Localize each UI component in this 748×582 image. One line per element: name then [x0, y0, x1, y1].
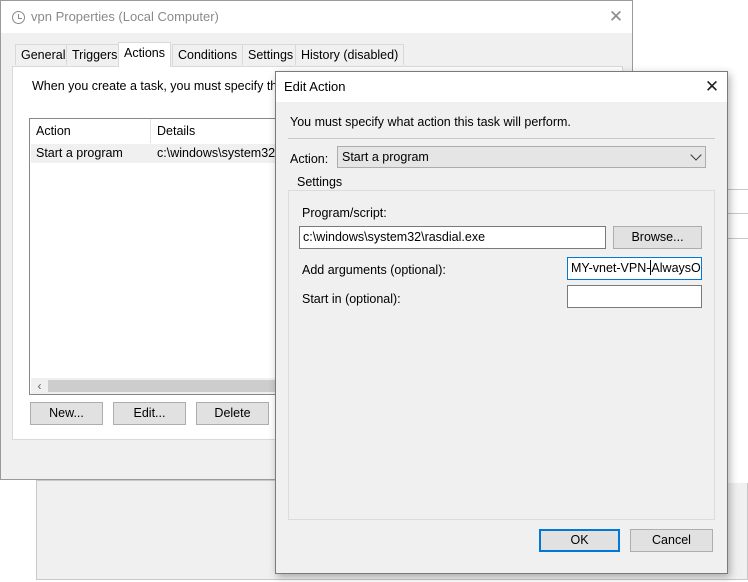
chevron-down-icon: [690, 149, 702, 161]
cancel-button[interactable]: Cancel: [630, 529, 713, 552]
scroll-left-icon[interactable]: ‹: [31, 378, 48, 394]
tab-general[interactable]: General: [15, 44, 72, 65]
action-select[interactable]: Start a program: [337, 146, 706, 168]
browse-button[interactable]: Browse...: [613, 226, 702, 249]
add-arguments-label: Add arguments (optional):: [302, 263, 446, 277]
close-icon[interactable]: ✕: [700, 76, 724, 98]
settings-group-label: Settings: [295, 175, 345, 189]
row-details-cell: c:\windows\system32\: [157, 146, 279, 160]
action-label: Action:: [290, 152, 329, 166]
column-header-action[interactable]: Action: [30, 119, 151, 143]
arguments-text-after-caret: AlwaysOr: [651, 261, 702, 275]
properties-window-title: vpn Properties (Local Computer): [31, 9, 219, 24]
tab-conditions[interactable]: Conditions: [172, 44, 244, 65]
tab-triggers[interactable]: Triggers: [66, 44, 124, 65]
actions-intro-text: When you create a task, you must specify…: [32, 79, 295, 93]
dialog-titlebar: Edit Action ✕: [276, 72, 727, 102]
program-script-input[interactable]: c:\windows\system32\rasdial.exe: [299, 226, 606, 249]
scrollbar-thumb[interactable]: [48, 380, 283, 392]
divider: [288, 138, 715, 139]
program-script-label: Program/script:: [302, 206, 387, 220]
edit-action-dialog: Edit Action ✕ You must specify what acti…: [275, 71, 728, 574]
action-select-value: Start a program: [342, 150, 429, 164]
tab-settings[interactable]: Settings: [242, 44, 300, 65]
horizontal-scrollbar[interactable]: ‹: [31, 378, 283, 394]
start-in-input[interactable]: [567, 285, 702, 308]
start-in-label: Start in (optional):: [302, 292, 401, 306]
add-arguments-input[interactable]: MY-vnet-VPN-AlwaysOr: [567, 257, 702, 280]
dialog-instruction: You must specify what action this task w…: [290, 115, 571, 129]
new-button[interactable]: New...: [30, 402, 103, 425]
close-icon[interactable]: ✕: [604, 5, 628, 29]
arguments-text-before-caret: MY-vnet-VPN-: [571, 261, 651, 275]
dialog-title: Edit Action: [284, 79, 346, 94]
properties-titlebar: vpn Properties (Local Computer) ✕: [1, 1, 632, 33]
ok-button[interactable]: OK: [539, 529, 620, 552]
edit-button[interactable]: Edit...: [113, 402, 186, 425]
clock-icon: [12, 11, 25, 24]
tab-history[interactable]: History (disabled): [295, 44, 405, 65]
column-header-details[interactable]: Details: [151, 119, 284, 143]
actions-list[interactable]: Action Details Start a program c:\window…: [29, 118, 284, 395]
tab-actions[interactable]: Actions: [118, 42, 171, 67]
delete-button[interactable]: Delete: [196, 402, 269, 425]
row-action-cell: Start a program: [36, 146, 123, 160]
